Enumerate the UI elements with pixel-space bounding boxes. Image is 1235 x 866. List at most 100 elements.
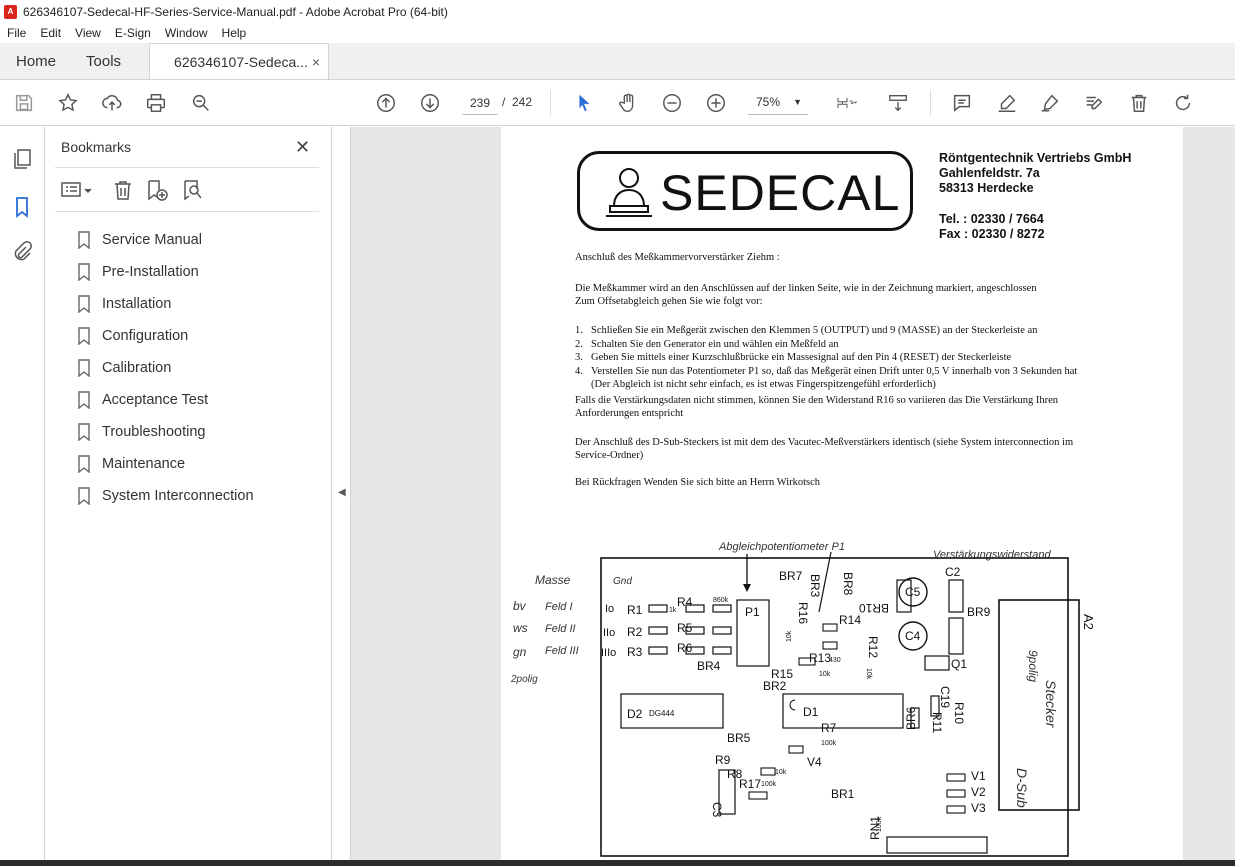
bookmark-item[interactable]: Configuration: [77, 320, 254, 352]
resistor-value: 10k: [775, 769, 787, 776]
menu-esign[interactable]: E-Sign: [108, 26, 158, 40]
schematic-label: A2: [1081, 614, 1096, 630]
title-bar: A 626346107-Sedecal-HF-Series-Service-Ma…: [0, 0, 1235, 23]
tab-document[interactable]: 626346107-Sedeca... ×: [149, 43, 330, 79]
bookmark-options-icon[interactable]: [61, 178, 95, 202]
bookmark-panel-icon[interactable]: [10, 195, 34, 219]
select-cursor-icon[interactable]: [572, 91, 596, 115]
divider: [55, 167, 319, 168]
list-text: Schalten Sie den Generator ein und wähle…: [591, 338, 839, 350]
bookmark-item[interactable]: Calibration: [77, 352, 254, 384]
hand-tool-icon[interactable]: [616, 91, 640, 115]
bookmark-label: Calibration: [102, 360, 172, 376]
page-thumbnails-icon[interactable]: [10, 147, 34, 171]
tab-tools[interactable]: Tools: [70, 43, 135, 79]
edit-text-icon[interactable]: [1082, 91, 1106, 115]
schematic-label: C5: [905, 585, 921, 599]
divider: [55, 211, 319, 212]
share-upload-icon[interactable]: [100, 91, 124, 115]
paragraph-line: Zum Offsetabgleich gehen Sie wie folgt v…: [575, 296, 763, 307]
print-icon[interactable]: [144, 91, 168, 115]
bookmark-icon: [78, 391, 90, 409]
zoom-out-icon[interactable]: [660, 91, 684, 115]
contact-line: Fax : 02330 / 8272: [939, 227, 1045, 241]
schematic-label: R16: [796, 602, 810, 624]
bookmark-item[interactable]: Installation: [77, 288, 254, 320]
schematic-label: R2: [627, 625, 643, 639]
logo-figure-icon: [606, 168, 652, 217]
bookmark-label: System Interconnection: [102, 488, 254, 504]
zoom-search-icon[interactable]: [189, 91, 213, 115]
find-bookmark-icon[interactable]: [181, 178, 205, 202]
bookmark-icon: [78, 359, 90, 377]
save-icon[interactable]: [12, 91, 36, 115]
menu-bar: File Edit View E-Sign Window Help: [0, 23, 1235, 43]
previous-page-icon[interactable]: [374, 91, 398, 115]
panel-splitter[interactable]: ◀: [332, 127, 351, 860]
menu-help[interactable]: Help: [215, 26, 254, 40]
schematic-handwriting: Stecker: [1043, 680, 1059, 729]
page-display-icon[interactable]: [830, 91, 864, 115]
highlight-pen-icon[interactable]: [995, 91, 1019, 115]
bookmark-icon: [78, 231, 90, 249]
menu-edit[interactable]: Edit: [33, 26, 68, 40]
list-item: 3. Geben Sie mittels einer Kurzschlußbrüc…: [575, 351, 1077, 365]
draw-sign-icon[interactable]: [1038, 91, 1062, 115]
tab-close-button[interactable]: ×: [312, 54, 320, 70]
delete-bookmark-icon[interactable]: [111, 178, 135, 202]
step-note: (Der Abgleich ist nicht sehr einfach, es…: [591, 379, 936, 390]
bookmark-item[interactable]: Acceptance Test: [77, 384, 254, 416]
scroll-mode-icon[interactable]: [886, 91, 910, 115]
collapse-panel-icon[interactable]: ◀: [338, 487, 346, 498]
resistor-value: 10k: [786, 630, 793, 642]
close-icon[interactable]: ✕: [295, 137, 310, 158]
schematic-handwriting: Verstärkungswiderstand: [933, 549, 1051, 561]
circuit-schematic: A2 9polig Stecker D-Sub Abgleichpotentio…: [510, 541, 1096, 857]
schematic-label: Q1: [951, 657, 967, 671]
paragraph-line: Der Anschluß des D-Sub-Steckers ist mit …: [575, 437, 1074, 448]
delete-icon[interactable]: [1127, 91, 1151, 115]
attachment-icon[interactable]: [10, 240, 34, 264]
list-text: Verstellen Sie nun das Potentiometer P1 …: [591, 365, 1078, 377]
menu-file[interactable]: File: [0, 26, 33, 40]
bookmark-item[interactable]: Service Manual: [77, 224, 254, 256]
toolbar-divider: [930, 90, 931, 116]
next-page-icon[interactable]: [418, 91, 442, 115]
paragraph-line: Falls die Verstärkungsdaten nicht stimme…: [575, 395, 1059, 406]
bookmark-item[interactable]: Pre-Installation: [77, 256, 254, 288]
new-bookmark-icon[interactable]: [145, 178, 169, 202]
page-number-input[interactable]: 239: [462, 91, 498, 115]
list-number: 3.: [575, 352, 583, 363]
schematic-label: Io: [605, 603, 614, 615]
schematic-label: R14: [839, 613, 861, 627]
tab-home[interactable]: Home: [0, 43, 70, 79]
redo-rotate-icon[interactable]: [1171, 91, 1195, 115]
schematic-label: BR9: [967, 605, 991, 619]
menu-view[interactable]: View: [68, 26, 108, 40]
heading-text: Anschluß des Meßkammervorverstärker Zieh…: [575, 252, 780, 263]
zoom-in-icon[interactable]: [704, 91, 728, 115]
toolbar-divider: [550, 90, 551, 116]
company-contact: Tel. : 02330 / 7664 Fax : 02330 / 8272: [939, 212, 1045, 242]
schematic-handwriting: gn: [513, 645, 527, 659]
list-number: 2.: [575, 338, 583, 350]
comment-icon[interactable]: [950, 91, 974, 115]
schematic-label: C3: [710, 802, 724, 818]
bookmark-item[interactable]: System Interconnection: [77, 480, 254, 512]
schematic-label: V3: [971, 801, 986, 815]
bookmark-item[interactable]: Maintenance: [77, 448, 254, 480]
bookmark-icon: [78, 487, 90, 505]
bookmark-label: Installation: [102, 296, 172, 312]
schematic-label: R10: [952, 702, 966, 724]
zoom-level-select[interactable]: 75% ▼: [748, 91, 808, 115]
list-number: 4.: [575, 365, 583, 377]
schematic-label: R1: [627, 603, 643, 617]
menu-window[interactable]: Window: [158, 26, 215, 40]
document-view[interactable]: SEDECAL Röntgentechnik Vertriebs GmbH Ga…: [351, 127, 1235, 860]
schematic-label: R11: [930, 712, 944, 733]
schematic-handwriting: ws: [513, 621, 528, 635]
schematic-handwriting: Feld III: [545, 645, 579, 657]
resistor-value: 100k: [761, 781, 777, 788]
bookmark-item[interactable]: Troubleshooting: [77, 416, 254, 448]
star-icon[interactable]: [56, 91, 80, 115]
